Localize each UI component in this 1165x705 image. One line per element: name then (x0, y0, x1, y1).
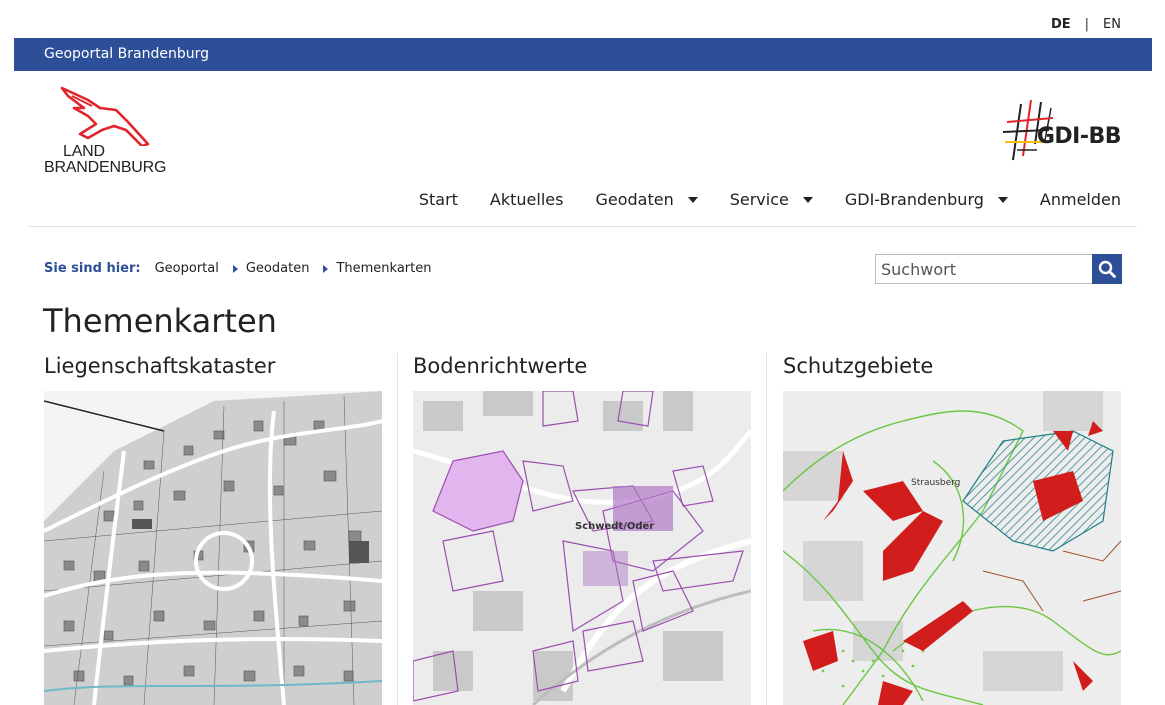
nav-gdi-brandenburg[interactable]: GDI-Brandenburg (845, 190, 1008, 209)
breadcrumb-item-geodaten[interactable]: Geodaten (246, 261, 310, 276)
gdi-logo-text: GDI-BB (1036, 124, 1122, 149)
land-value-map-thumbnail[interactable]: Schwedt/Oder (413, 391, 751, 705)
card-title[interactable]: Bodenrichtwerte (413, 354, 751, 391)
nav-label: GDI-Brandenburg (844, 190, 984, 209)
card-title[interactable]: Schutzgebiete (783, 354, 1121, 391)
chevron-down-icon (802, 196, 813, 203)
column-separator (397, 353, 398, 705)
land-logo-line2: BRANDENBURG (44, 159, 167, 176)
nav-label: Aktuelles (489, 190, 564, 209)
nav-anmelden[interactable]: Anmelden (1040, 190, 1121, 209)
cadastre-map-thumbnail[interactable] (44, 391, 382, 705)
breadcrumb-item-geoportal[interactable]: Geoportal (155, 261, 219, 276)
theme-card-liegenschaftskataster: Liegenschaftskataster (44, 354, 382, 705)
card-title[interactable]: Liegenschaftskataster (44, 354, 382, 391)
site-title-link[interactable]: Geoportal Brandenburg (44, 46, 209, 62)
search-icon (1098, 260, 1116, 278)
breadcrumb-arrow-icon (323, 264, 329, 273)
page-title: Themenkarten (43, 302, 277, 340)
language-switch: DE | EN (1051, 17, 1121, 32)
header-divider (29, 226, 1137, 227)
nav-label: Anmelden (1039, 190, 1121, 209)
breadcrumb-item-themenkarten: Themenkarten (336, 261, 432, 276)
breadcrumb: Sie sind hier: Geoportal Geodaten Themen… (44, 261, 431, 276)
main-navigation: Start Aktuelles Geodaten Service GDI-Bra… (419, 190, 1121, 209)
land-logo-text: LAND BRANDENBURG (44, 144, 166, 176)
nav-geodaten[interactable]: Geodaten (595, 190, 698, 209)
nav-start[interactable]: Start (419, 190, 458, 209)
protected-areas-map-thumbnail[interactable]: Strausberg (783, 391, 1121, 705)
land-brandenburg-logo[interactable]: LAND BRANDENBURG (44, 86, 166, 178)
chevron-down-icon (687, 196, 698, 203)
theme-card-bodenrichtwerte: Bodenrichtwerte Schwedt/Oder (413, 354, 751, 705)
theme-card-schutzgebiete: Schutzgebiete Strausberg (783, 354, 1121, 705)
nav-label: Service (729, 190, 789, 209)
map-city-label: Strausberg (911, 478, 960, 488)
nav-aktuelles[interactable]: Aktuelles (490, 190, 564, 209)
map-city-label: Schwedt/Oder (575, 521, 654, 532)
gdi-bb-logo[interactable]: GDI-BB (1003, 100, 1122, 162)
eagle-icon (60, 86, 150, 146)
lang-en-link[interactable]: EN (1103, 17, 1121, 32)
nav-service[interactable]: Service (730, 190, 813, 209)
search-button[interactable] (1092, 254, 1122, 284)
lang-separator: | (1084, 17, 1090, 32)
search-input[interactable] (875, 254, 1092, 284)
breadcrumb-label: Sie sind hier: (44, 261, 141, 276)
nav-label: Geodaten (595, 190, 674, 209)
land-logo-line1: LAND (63, 143, 105, 160)
column-separator (766, 353, 767, 705)
lang-de-link[interactable]: DE (1051, 17, 1071, 32)
chevron-down-icon (997, 196, 1008, 203)
breadcrumb-arrow-icon (232, 264, 238, 273)
site-title-bar: Geoportal Brandenburg (14, 38, 1152, 71)
nav-label: Start (418, 190, 458, 209)
search-form (875, 254, 1122, 284)
